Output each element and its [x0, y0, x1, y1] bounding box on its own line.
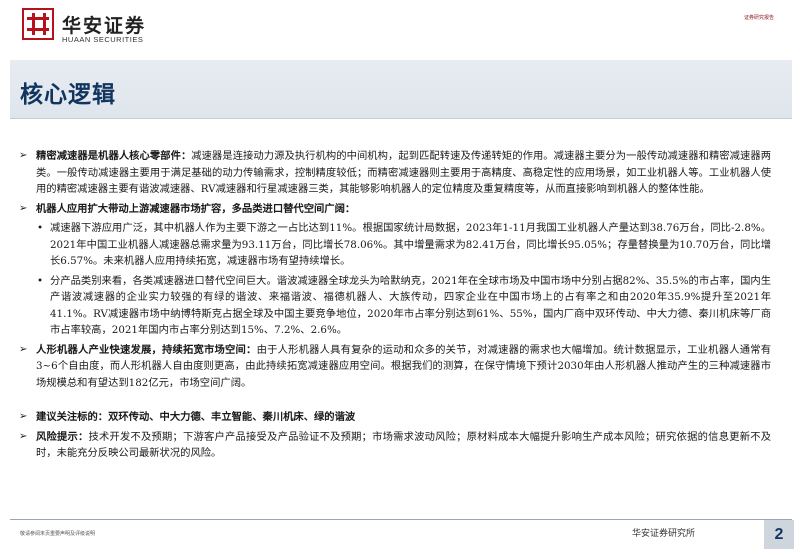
arrow-check-icon: ➢	[19, 343, 28, 355]
sub-bullet-downstream-demand: • 减速器下游应用广泛，其中机器人作为主要下游之一占比达到11%。根据国家统计局…	[19, 220, 771, 270]
bullet-market-expansion: ➢ 机器人应用扩大带动上游减速器市场扩容，多品类进口替代空间广阔：	[19, 201, 771, 218]
bullet-lead: 建议关注标的：	[36, 411, 109, 423]
title-band	[10, 60, 792, 118]
bullet-dot-icon: •	[37, 222, 44, 234]
bullet-humanoid-robot: ➢ 人形机器人产业快速发展，持续拓宽市场空间：由于人形机器人具有复杂的运动和众多…	[19, 342, 771, 392]
bullet-lead: 风险提示：	[36, 430, 89, 443]
arrow-check-icon: ➢	[19, 150, 28, 161]
page-title: 核心逻辑	[20, 82, 116, 108]
title-divider	[10, 118, 792, 119]
bullet-risk-warning: ➢ 风险提示：技术开发不及预期；下游客户产品接受及产品验证不及预期；市场需求波动…	[19, 429, 771, 462]
bullet-lead: 人形机器人产业快速发展，持续拓宽市场空间：	[36, 343, 257, 356]
page-header: 华安证券 HUAAN SECURITIES 证券研究报告	[0, 0, 802, 58]
bullet-recommended-stocks: ➢ 建议关注标的：双环传动、中大力德、丰立智能、秦川机床、绿的谐波	[19, 409, 771, 426]
sub-bullet-import-substitution: • 分产品类别来看，各类减速器进口替代空间巨大。谐波减速器全球龙头为哈默纳克，2…	[19, 273, 771, 339]
footer-divider	[10, 519, 792, 520]
arrow-check-icon: ➢	[19, 411, 28, 422]
logo-name-en: HUAAN SECURITIES	[62, 35, 144, 44]
page-number: 2	[764, 520, 794, 549]
sub-bullet-text: 分产品类别来看，各类减速器进口替代空间巨大。谐波减速器全球龙头为哈默纳克，202…	[50, 274, 771, 337]
recommended-stock-list: 双环传动、中大力德、丰立智能、秦川机床、绿的谐波	[108, 411, 356, 423]
arrow-check-icon: ➢	[19, 202, 28, 214]
arrow-check-icon: ➢	[19, 430, 28, 442]
core-logic-content: ➢ 精密减速器是机器人核心零部件：减速器是连接动力源及执行机构的中间机构，起到匹…	[19, 148, 771, 462]
footer-disclaimer: 敬请参阅末页重要声明及评级说明	[20, 531, 96, 537]
document-type-label: 证券研究报告	[743, 15, 774, 21]
bullet-text: 技术开发不及预期；下游客户产品接受及产品验证不及预期；市场需求波动风险；原材料成…	[36, 430, 771, 460]
huaan-logo-icon	[22, 8, 54, 40]
sub-bullet-text: 减速器下游应用广泛，其中机器人作为主要下游之一占比达到11%。根据国家统计局数据…	[50, 222, 771, 267]
bullet-lead: 机器人应用扩大带动上游减速器市场扩容，多品类进口替代空间广阔：	[36, 202, 356, 215]
bullet-lead: 精密减速器是机器人核心零部件：	[36, 150, 192, 162]
bullet-precision-reducer: ➢ 精密减速器是机器人核心零部件：减速器是连接动力源及执行机构的中间机构，起到匹…	[19, 148, 771, 198]
logo-name-cn: 华安证券	[62, 15, 147, 37]
footer-organization: 华安证券研究所	[632, 529, 696, 539]
bullet-dot-icon: •	[37, 274, 44, 287]
